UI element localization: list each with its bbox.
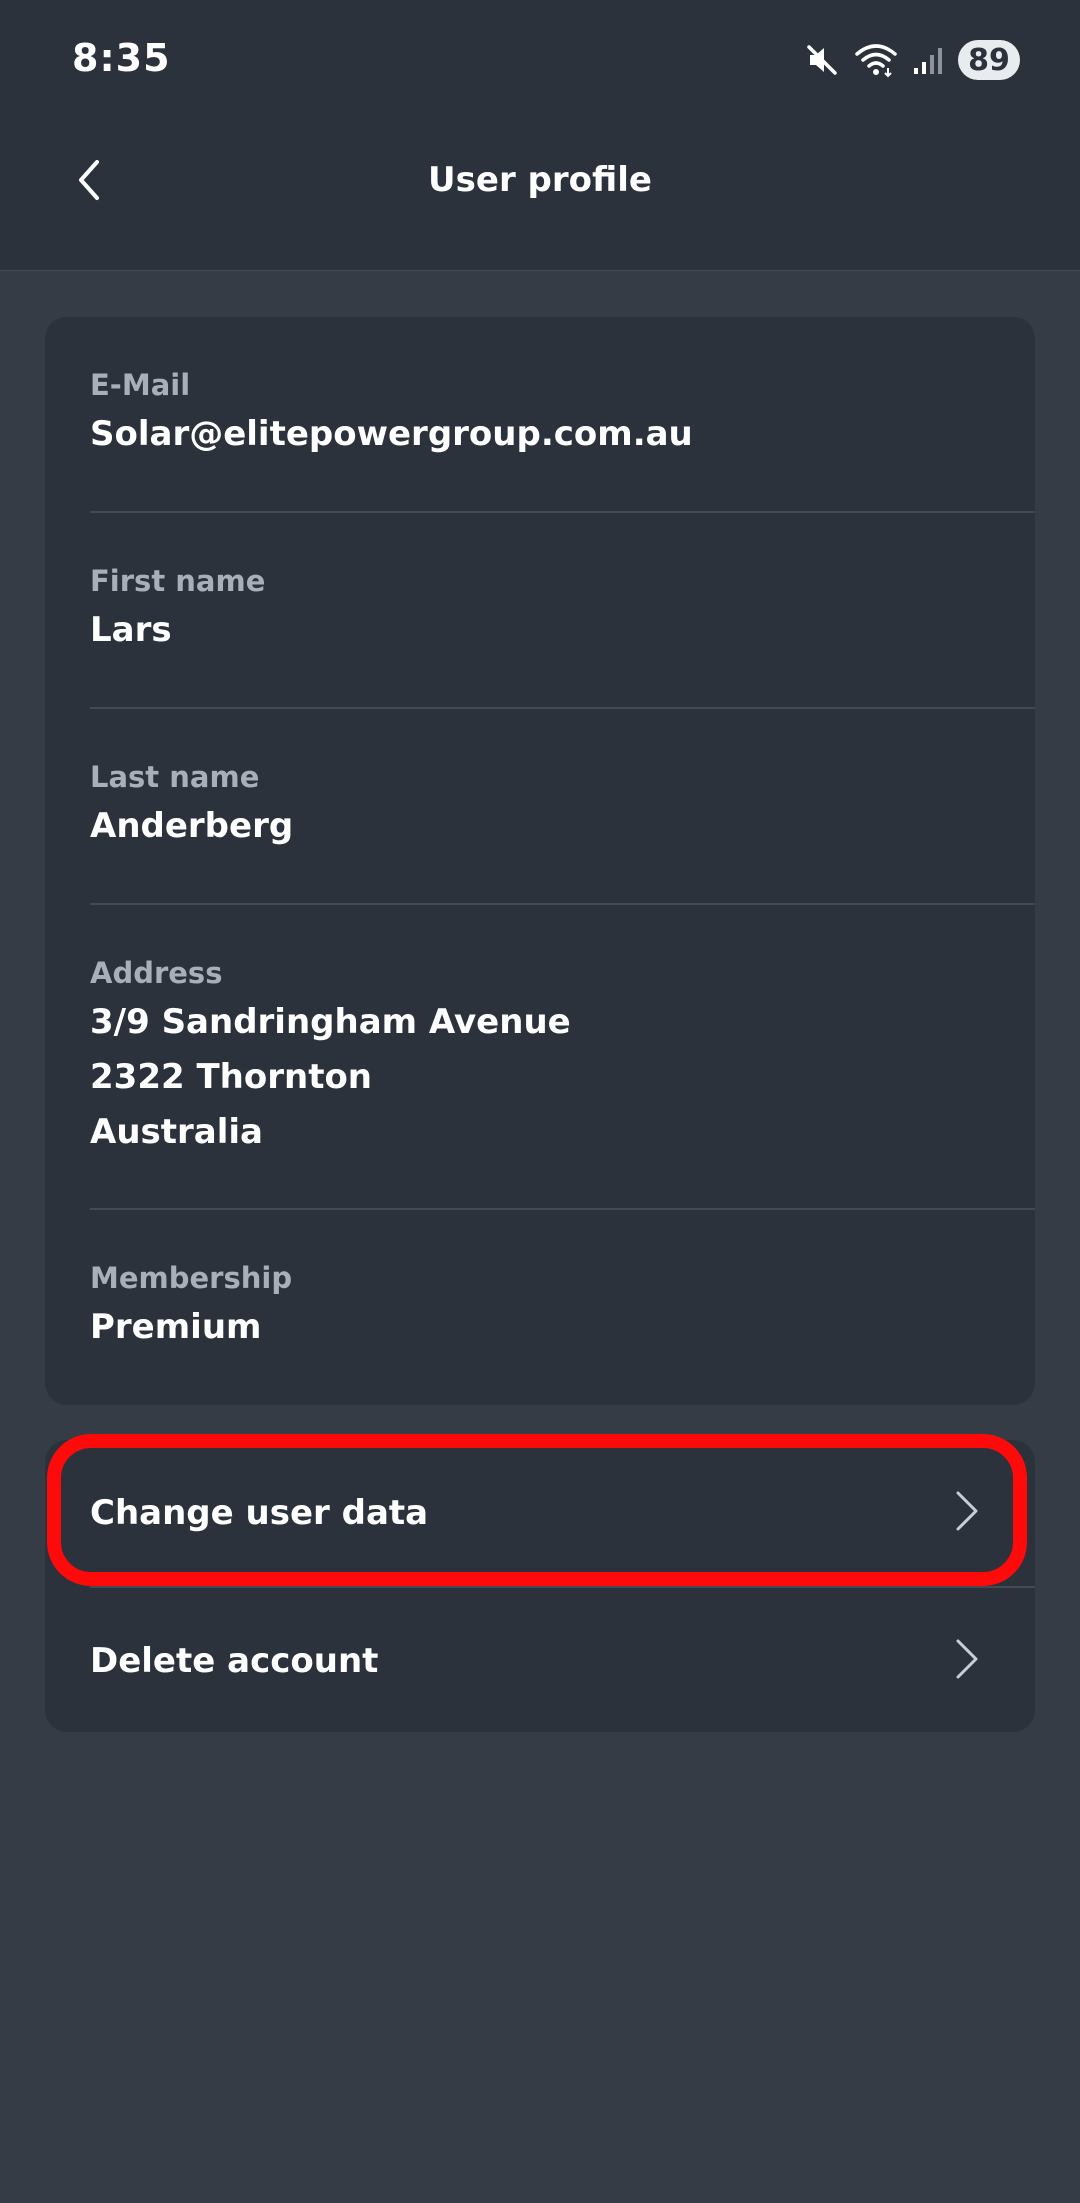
change-user-data-button[interactable]: Change user data <box>45 1440 1035 1586</box>
membership-label: Membership <box>90 1261 293 1295</box>
first-name-value: Lars <box>90 610 172 650</box>
last-name-field: Last name Anderberg <box>90 709 1035 905</box>
address-field: Address 3/9 Sandringham Avenue 2322 Thor… <box>90 905 1035 1210</box>
signal-icon <box>912 44 944 76</box>
last-name-label: Last name <box>90 760 260 794</box>
address-label: Address <box>90 956 223 990</box>
change-user-data-label: Change user data <box>90 1493 429 1533</box>
status-bar: 8:35 89 <box>0 0 1080 120</box>
membership-field: Membership Premium <box>90 1210 1035 1405</box>
delete-account-label: Delete account <box>90 1641 379 1681</box>
email-value: Solar@elitepowergroup.com.au <box>90 414 693 454</box>
chevron-right-icon <box>954 1637 980 1685</box>
email-field: E-Mail Solar@elitepowergroup.com.au <box>90 317 1035 513</box>
address-line-1: 3/9 Sandringham Avenue <box>90 1002 571 1042</box>
status-icons: 89 <box>804 36 1020 84</box>
actions-card: Change user data Delete account <box>45 1440 1035 1732</box>
mute-icon <box>804 42 840 78</box>
page-title: User profile <box>428 160 652 200</box>
wifi-icon <box>854 42 898 78</box>
battery-indicator: 89 <box>958 40 1020 80</box>
address-line-2: 2322 Thornton <box>90 1057 373 1097</box>
first-name-field: First name Lars <box>90 513 1035 709</box>
address-line-3: Australia <box>90 1112 263 1152</box>
first-name-label: First name <box>90 564 266 598</box>
last-name-value: Anderberg <box>90 806 294 846</box>
app-bar: User profile <box>0 120 1080 271</box>
membership-value: Premium <box>90 1307 262 1347</box>
email-label: E-Mail <box>90 368 191 402</box>
delete-account-button[interactable]: Delete account <box>90 1586 1035 1732</box>
status-time: 8:35 <box>72 36 171 80</box>
chevron-right-icon <box>954 1489 980 1537</box>
profile-info-card: E-Mail Solar@elitepowergroup.com.au Firs… <box>45 317 1035 1405</box>
